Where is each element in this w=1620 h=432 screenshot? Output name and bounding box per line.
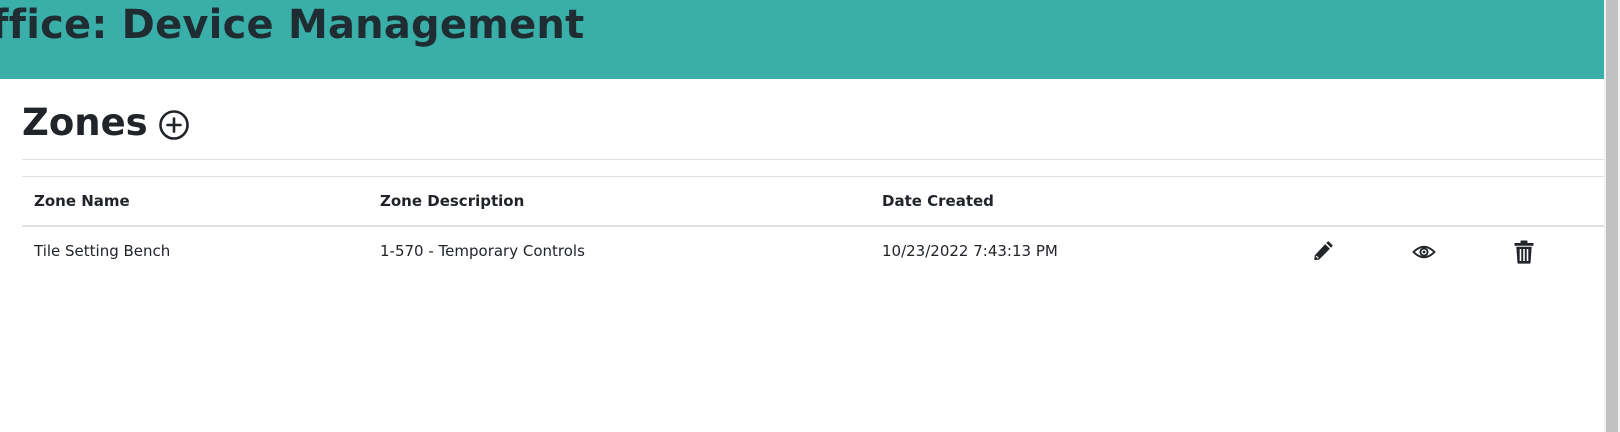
- column-header-zone-name: Zone Name: [34, 192, 130, 210]
- edit-zone-button[interactable]: [1310, 240, 1334, 264]
- table-header-border: [22, 225, 1604, 227]
- zone-name-cell: Tile Setting Bench: [34, 242, 171, 260]
- column-header-date-created: Date Created: [882, 192, 994, 210]
- zones-title: Zones: [22, 101, 148, 144]
- date-created-cell: 10/23/2022 7:43:13 PM: [882, 242, 1058, 260]
- pencil-icon: [1314, 241, 1333, 261]
- column-header-zone-description: Zone Description: [380, 192, 525, 210]
- vertical-scrollbar-thumb[interactable]: [1606, 0, 1618, 432]
- eye-icon: [1412, 245, 1436, 259]
- table-top-border: [22, 176, 1604, 177]
- trash-icon: [1514, 240, 1534, 264]
- app-title: ffice: Device Management: [0, 2, 585, 48]
- zones-section-heading: Zones: [22, 98, 190, 148]
- plus-circle-icon: [158, 110, 189, 140]
- app-header: ffice: Device Management: [0, 0, 1604, 79]
- zone-description-cell: 1-570 - Temporary Controls: [380, 242, 585, 260]
- view-zone-button[interactable]: [1412, 240, 1436, 264]
- add-zone-button[interactable]: [158, 109, 190, 141]
- delete-zone-button[interactable]: [1512, 240, 1536, 264]
- section-divider: [22, 159, 1604, 160]
